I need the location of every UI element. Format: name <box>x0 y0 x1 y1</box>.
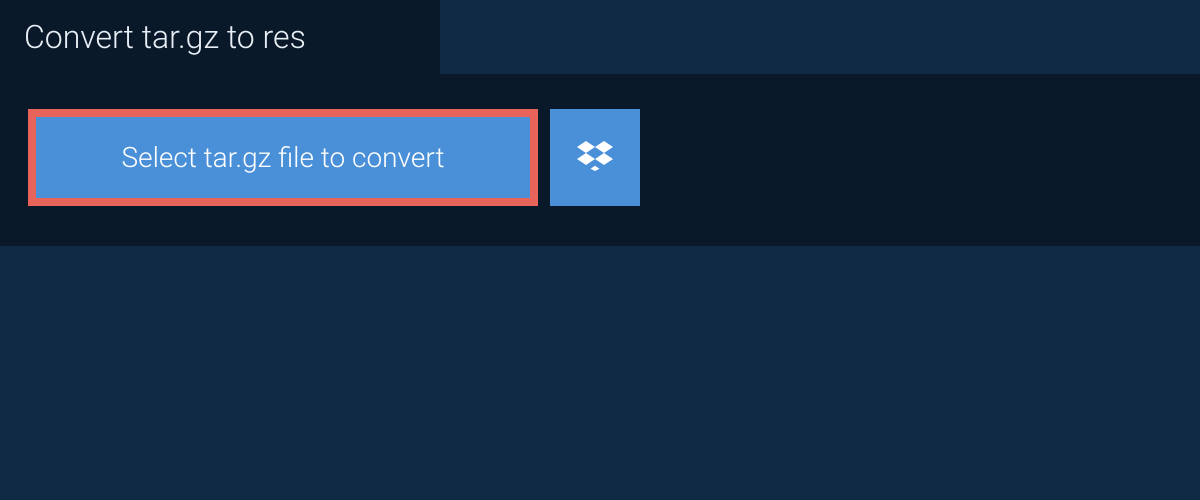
dropbox-icon <box>577 138 613 178</box>
page-title: Convert tar.gz to res <box>24 18 306 56</box>
select-file-label: Select tar.gz file to convert <box>122 141 445 174</box>
button-row: Select tar.gz file to convert <box>28 109 1172 206</box>
select-file-button[interactable]: Select tar.gz file to convert <box>28 109 538 206</box>
converter-panel: Select tar.gz file to convert <box>0 74 1200 246</box>
dropbox-button[interactable] <box>550 109 640 206</box>
page-title-tab: Convert tar.gz to res <box>0 0 440 74</box>
